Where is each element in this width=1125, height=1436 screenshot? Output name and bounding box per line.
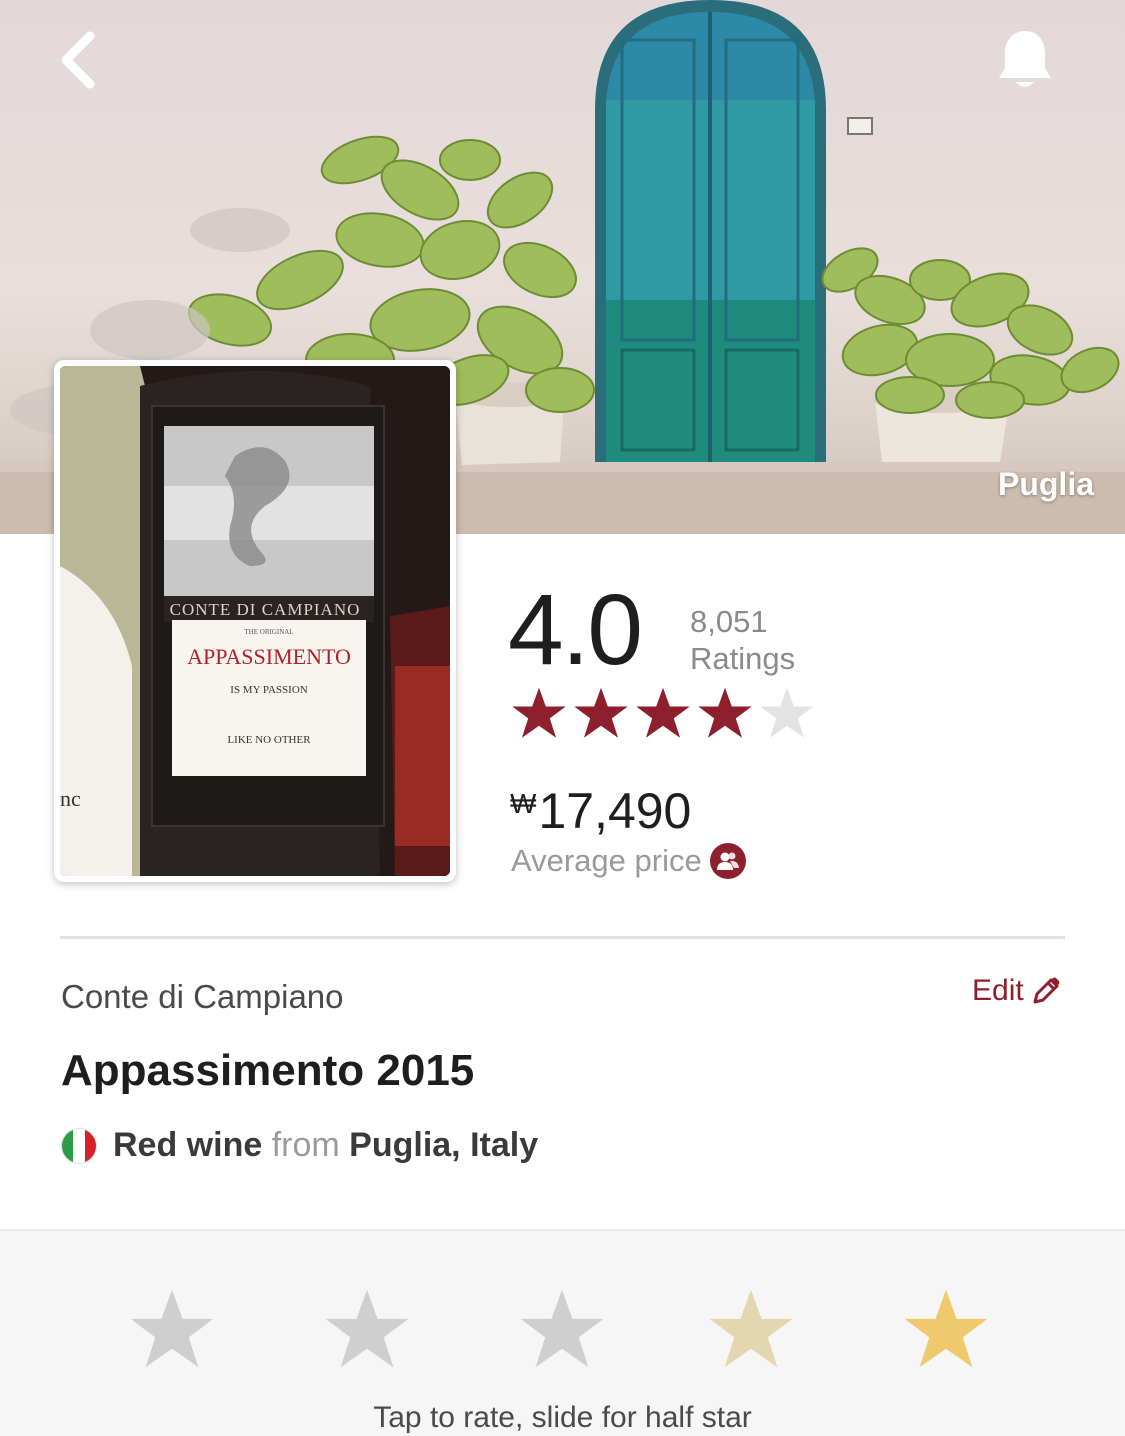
wine-origin[interactable]: Puglia, Italy [349, 1126, 538, 1164]
edit-button[interactable]: Edit [972, 974, 1062, 1008]
ratings-count-number: 8,051 [690, 604, 768, 639]
wine-type[interactable]: Red wine [113, 1126, 262, 1164]
rate-star-3[interactable] [518, 1287, 606, 1371]
rate-hint: Tap to rate, slide for half star [373, 1401, 752, 1434]
bell-icon [999, 31, 1051, 87]
average-rating: 4.0 [508, 574, 643, 686]
star-icon [709, 1289, 793, 1368]
rate-star-5[interactable] [902, 1287, 990, 1371]
pencil-icon [1033, 977, 1060, 1004]
notify-button[interactable] [996, 28, 1070, 104]
ratings-count[interactable]: 8,051 Ratings [690, 604, 795, 677]
wine-bottle-image[interactable]: nc CONTE DI CAMPIANO THE ORIGINAL APPASS… [54, 360, 456, 882]
rate-star-2[interactable] [323, 1287, 411, 1371]
average-price-label: Average price [511, 843, 702, 878]
currency-symbol: ₩ [510, 788, 537, 819]
italy-flag-icon [61, 1127, 97, 1164]
star-filled-icon [510, 686, 568, 740]
price-amount: 17,490 [538, 783, 692, 839]
star-icon [520, 1289, 604, 1368]
star-icon [325, 1289, 409, 1368]
edit-label: Edit [972, 974, 1024, 1007]
star-filled-icon [696, 686, 754, 740]
rate-star-4[interactable] [707, 1287, 795, 1371]
winery-name[interactable]: Conte di Campiano [61, 978, 344, 1016]
star-filled-icon [572, 686, 630, 740]
svg-text:nc: nc [60, 786, 81, 811]
ratings-count-label: Ratings [690, 640, 796, 676]
rate-star-1[interactable] [128, 1287, 216, 1371]
bottle-brand-text: CONTE DI CAMPIANO [169, 600, 361, 619]
rate-panel: Tap to rate, slide for half star [0, 1229, 1125, 1436]
back-button[interactable] [58, 30, 128, 100]
bottle-line1-text: IS MY PASSION [230, 684, 308, 696]
section-divider [60, 936, 1065, 939]
bottle-line2-text: LIKE NO OTHER [227, 734, 311, 746]
chevron-left-icon [61, 31, 95, 89]
region-label[interactable]: Puglia [998, 466, 1094, 503]
from-word: from [271, 1126, 340, 1164]
star-icon [904, 1289, 988, 1368]
bottle-name-text: APPASSIMENTO [187, 644, 351, 669]
star-icon [130, 1289, 214, 1368]
wine-title: Appassimento 2015 [61, 1046, 475, 1095]
price: ₩17,490 [510, 782, 691, 840]
star-filled-icon [634, 686, 692, 740]
bottle-photo: nc CONTE DI CAMPIANO THE ORIGINAL APPASS… [60, 366, 450, 876]
bottle-small-text: THE ORIGINAL [244, 628, 294, 636]
community-icon[interactable] [709, 843, 746, 879]
wine-meta: Red wine from Puglia, Italy [61, 1126, 538, 1165]
average-stars [510, 686, 816, 740]
star-empty-icon [758, 686, 816, 740]
average-price-row: Average price [511, 843, 746, 879]
